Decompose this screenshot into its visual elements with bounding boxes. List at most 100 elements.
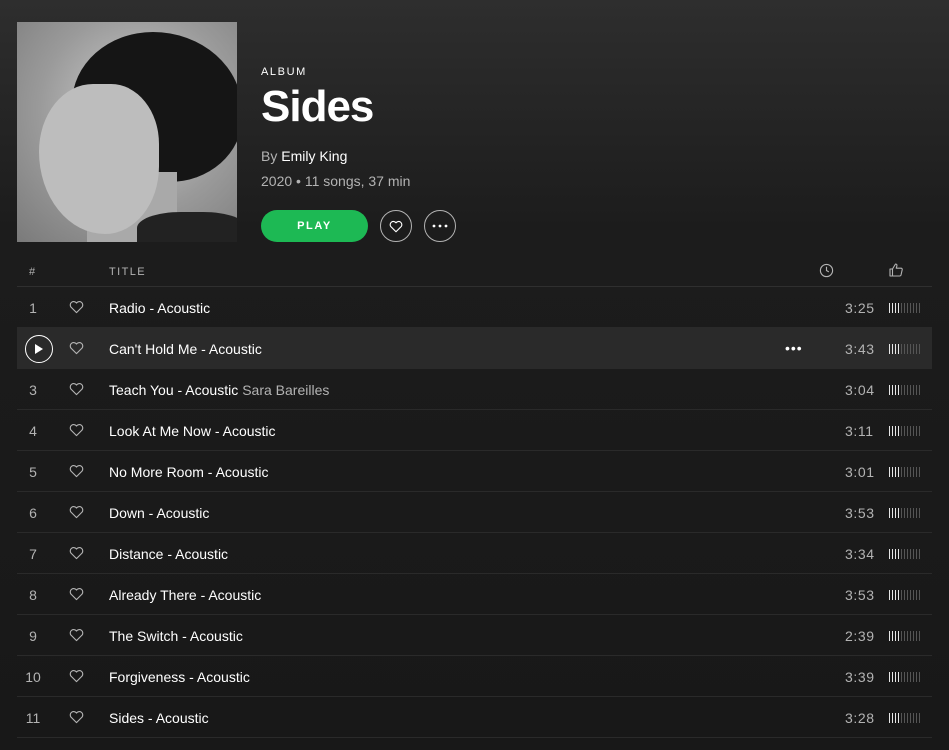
- popularity-bar: [919, 508, 920, 518]
- heart-icon[interactable]: [69, 710, 84, 727]
- popularity-meter: [889, 426, 920, 436]
- popularity-bar: [916, 467, 917, 477]
- track-row[interactable]: 6 Down - Acoustic 3:53: [17, 492, 932, 533]
- popularity-bar: [919, 385, 920, 395]
- popularity-bar: [910, 631, 911, 641]
- popularity-bar: [919, 590, 920, 600]
- popularity-bar: [898, 549, 899, 559]
- track-duration: 3:04: [845, 382, 875, 398]
- track-number: 9: [29, 628, 37, 644]
- popularity-bar: [907, 672, 908, 682]
- popularity-bar: [898, 385, 899, 395]
- heart-icon[interactable]: [69, 382, 84, 399]
- popularity-bar: [904, 344, 905, 354]
- track-title: Sides - Acoustic: [109, 710, 209, 726]
- popularity-bar: [895, 672, 896, 682]
- popularity-bar: [904, 385, 905, 395]
- track-title-text: Teach You - Acoustic: [109, 382, 239, 398]
- track-row[interactable]: 8 Already There - Acoustic 3:53: [17, 574, 932, 615]
- track-duration: 2:39: [845, 628, 875, 644]
- track-row[interactable]: 10 Forgiveness - Acoustic 3:39: [17, 656, 932, 697]
- popularity-bar: [907, 467, 908, 477]
- popularity-bar: [916, 672, 917, 682]
- heart-icon[interactable]: [69, 423, 84, 440]
- track-duration: 3:43: [845, 341, 875, 357]
- track-row[interactable]: Can't Hold Me - Acoustic ••• 3:43: [17, 328, 932, 369]
- popularity-bar: [910, 344, 911, 354]
- track-row[interactable]: 1 Radio - Acoustic 3:25: [17, 287, 932, 328]
- popularity-bar: [895, 303, 896, 313]
- track-title-text: Distance - Acoustic: [109, 546, 229, 562]
- popularity-bar: [904, 713, 905, 723]
- popularity-bar: [892, 549, 893, 559]
- track-duration: 3:53: [845, 587, 875, 603]
- track-title-text: No More Room - Acoustic: [109, 464, 269, 480]
- heart-icon[interactable]: [69, 669, 84, 686]
- popularity-bar: [889, 549, 890, 559]
- popularity-bar: [898, 672, 899, 682]
- popularity-meter: [889, 549, 920, 559]
- popularity-bar: [892, 344, 893, 354]
- heart-icon[interactable]: [69, 464, 84, 481]
- popularity-bar: [916, 508, 917, 518]
- featured-artist[interactable]: Sara Bareilles: [242, 382, 329, 398]
- heart-icon[interactable]: [69, 628, 84, 645]
- popularity-bar: [910, 672, 911, 682]
- popularity-bar: [898, 508, 899, 518]
- album-title: Sides: [261, 82, 374, 131]
- track-row[interactable]: 9 The Switch - Acoustic 2:39: [17, 615, 932, 656]
- popularity-bar: [892, 467, 893, 477]
- more-options-button[interactable]: [424, 210, 456, 242]
- track-number: 1: [29, 300, 37, 316]
- popularity-bar: [913, 549, 914, 559]
- popularity-meter: [889, 303, 920, 313]
- artist-link[interactable]: Emily King: [281, 148, 347, 164]
- popularity-bar: [901, 426, 902, 436]
- popularity-bar: [895, 549, 896, 559]
- popularity-bar: [919, 303, 920, 313]
- heart-icon[interactable]: [69, 300, 84, 317]
- track-title: The Switch - Acoustic: [109, 628, 243, 644]
- play-button[interactable]: PLAY: [261, 210, 368, 242]
- popularity-bar: [895, 467, 896, 477]
- popularity-meter: [889, 631, 920, 641]
- popularity-bar: [901, 508, 902, 518]
- popularity-bar: [919, 713, 920, 723]
- thumbs-up-icon[interactable]: [888, 262, 904, 281]
- popularity-bar: [889, 467, 890, 477]
- popularity-bar: [916, 590, 917, 600]
- popularity-meter: [889, 344, 920, 354]
- popularity-bar: [904, 508, 905, 518]
- popularity-bar: [916, 631, 917, 641]
- track-row[interactable]: 4 Look At Me Now - Acoustic 3:11: [17, 410, 932, 451]
- clock-icon[interactable]: [819, 263, 834, 281]
- popularity-bar: [898, 344, 899, 354]
- popularity-bar: [889, 426, 890, 436]
- track-row[interactable]: 7 Distance - Acoustic 3:34: [17, 533, 932, 574]
- save-album-button[interactable]: [380, 210, 412, 242]
- track-row[interactable]: 11 Sides - Acoustic 3:28: [17, 697, 932, 738]
- ellipsis-icon: [432, 224, 448, 228]
- track-more-button[interactable]: •••: [785, 340, 803, 356]
- popularity-bar: [913, 303, 914, 313]
- popularity-bar: [904, 303, 905, 313]
- track-row[interactable]: 3 Teach You - Acoustic Sara Bareilles 3:04: [17, 369, 932, 410]
- popularity-bar: [895, 385, 896, 395]
- column-title[interactable]: TITLE: [109, 266, 146, 278]
- track-row[interactable]: 5 No More Room - Acoustic 3:01: [17, 451, 932, 492]
- popularity-bar: [907, 590, 908, 600]
- track-duration: 3:28: [845, 710, 875, 726]
- popularity-bar: [907, 631, 908, 641]
- popularity-bar: [892, 426, 893, 436]
- popularity-bar: [916, 385, 917, 395]
- popularity-bar: [913, 344, 914, 354]
- heart-icon[interactable]: [69, 587, 84, 604]
- play-track-button[interactable]: [25, 335, 53, 363]
- popularity-bar: [910, 303, 911, 313]
- heart-icon[interactable]: [69, 341, 84, 358]
- popularity-bar: [895, 631, 896, 641]
- heart-icon[interactable]: [69, 546, 84, 563]
- popularity-bar: [904, 549, 905, 559]
- popularity-bar: [889, 303, 890, 313]
- heart-icon[interactable]: [69, 505, 84, 522]
